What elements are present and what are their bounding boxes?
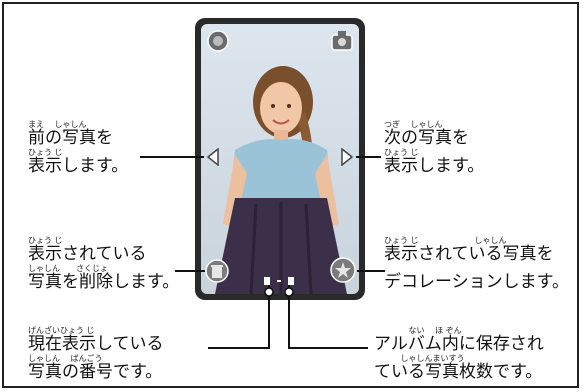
previous-photo-arrow-icon[interactable] xyxy=(206,147,220,167)
annotation-photo-count: ない ほ ぞん アルバム内に保存され しゃしんまいすう ている写真枚数です。 xyxy=(374,326,544,382)
next-photo-arrow-icon[interactable] xyxy=(340,147,354,167)
menu-icon[interactable] xyxy=(207,30,229,52)
annotation-delete-photo: ひょう じ 表示されている しゃしん さくじょ 写真を削除します。 xyxy=(28,236,179,292)
connector-prev xyxy=(140,156,204,158)
annotation-line: 表示されている写真を xyxy=(384,244,554,264)
annotation-line: ている写真枚数です。 xyxy=(374,361,543,382)
decorate-icon[interactable] xyxy=(329,256,357,284)
annotation-line: アルバム内に保存され xyxy=(374,334,544,354)
annotation-previous-photo: まえ しゃしん 前の写真を ひょう じ 表示します。 xyxy=(28,120,128,176)
connector-dot xyxy=(264,282,274,297)
annotation-line: 表示します。 xyxy=(384,155,485,176)
annotation-line: 現在表示している xyxy=(28,334,164,354)
connector-dot xyxy=(284,282,294,297)
annotation-line: 前の写真を xyxy=(28,128,113,148)
connector-delete xyxy=(175,270,205,272)
annotation-line: 次の写真を xyxy=(384,128,469,148)
annotation-line: デコレーションします。 xyxy=(384,271,569,292)
child-photo xyxy=(201,24,359,294)
connector-number-horizontal xyxy=(208,347,270,349)
annotation-line: 表示します。 xyxy=(28,155,129,176)
connector-count-horizontal xyxy=(288,347,368,349)
camera-icon[interactable] xyxy=(329,28,355,54)
connector-decorate xyxy=(357,270,385,272)
connector-next xyxy=(356,156,381,158)
trash-icon[interactable] xyxy=(205,258,229,284)
photo-screen xyxy=(201,24,359,294)
annotation-line: 写真を削除します。 xyxy=(28,271,180,292)
annotation-next-photo: つぎ しゃしん 次の写真を ひょう じ 表示します。 xyxy=(384,120,484,176)
annotation-line: 表示されている xyxy=(28,244,147,264)
annotation-decorate-photo: ひょう じ しゃしん 表示されている写真を . デコレーションします。 xyxy=(384,236,569,292)
annotation-line: 写真の番号です。 xyxy=(28,361,163,382)
annotation-photo-number: げんざいひょう じ 現在表示している しゃしん ばんごう 写真の番号です。 xyxy=(28,326,164,382)
